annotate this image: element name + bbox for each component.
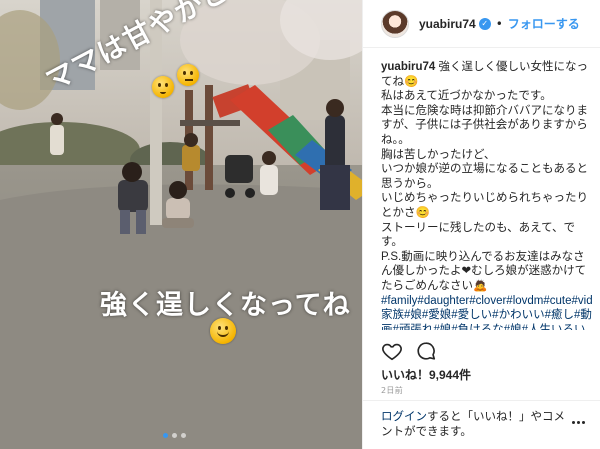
header-username[interactable]: yuabiru74 <box>419 17 476 31</box>
post-header: yuabiru74 ✓ • フォローする <box>363 0 600 48</box>
overlay-caption-bottom: 強く逞しくなってね <box>100 290 351 321</box>
caption-line: いじめちゃったりいじめられちゃったりとかさ😊 <box>381 192 588 219</box>
follow-button[interactable]: フォローする <box>508 15 580 32</box>
carousel-indicator <box>163 433 186 438</box>
heart-icon[interactable] <box>381 340 403 362</box>
carousel-dot[interactable] <box>163 433 168 438</box>
flushed-emoji-icon <box>152 76 174 98</box>
verified-badge-icon: ✓ <box>478 17 491 30</box>
login-prompt: ログインすると「いいね！」やコメントができます。 <box>381 410 568 440</box>
caption-line: P.S.動画に映り込んでるお友達はみなさん優しかったよ❤むしろ娘が迷惑かけてたら… <box>381 250 587 292</box>
caption-line: 本当に危険な時は抑節介ババアになりますが、子供には子供社会がありますからね。。 <box>381 104 588 146</box>
carousel-dot[interactable] <box>181 433 186 438</box>
caption-line-0: yuabiru74 強く逞しく優しい女性になってね😊 <box>381 60 592 89</box>
more-options-icon[interactable] <box>568 412 588 432</box>
post-timestamp: 2日前 <box>381 386 403 395</box>
caption-line: 私はあえて近づかなかったです。 <box>381 90 552 103</box>
post-media[interactable]: ママは甘やかさないよ 強く逞しくなってね <box>0 0 362 449</box>
avatar[interactable] <box>381 9 409 38</box>
carousel-dot[interactable] <box>172 433 177 438</box>
comment-footer: ログインすると「いいね！」やコメントができます。 <box>363 400 600 449</box>
post-side-panel: yuabiru74 ✓ • フォローする yuabiru74 強く逞しく優しい女… <box>362 0 600 449</box>
thinking-emoji-icon <box>177 64 199 86</box>
caption-username[interactable]: yuabiru74 <box>381 61 435 73</box>
caption-line: ストーリーに残したのも、あえて、です。 <box>381 221 576 249</box>
post-caption: yuabiru74 強く逞しく優しい女性になってね😊 私はあえて近づかなかったで… <box>381 60 592 330</box>
separator-dot: • <box>495 16 503 31</box>
login-link[interactable]: ログイン <box>381 411 427 423</box>
comment-icon[interactable] <box>415 340 437 362</box>
caption-line: いつか娘が逆の立場になることもあると思うから。 <box>381 163 588 190</box>
smiling-emoji-icon <box>210 318 236 344</box>
caption-line: 胸は苦しかったけど、 <box>381 148 496 161</box>
caption-hashtags[interactable]: #family#daughter#clover#lovdm#cute#video… <box>381 294 592 331</box>
post-actions <box>381 340 437 362</box>
likes-count[interactable]: いいね！9,944件 <box>381 366 471 383</box>
